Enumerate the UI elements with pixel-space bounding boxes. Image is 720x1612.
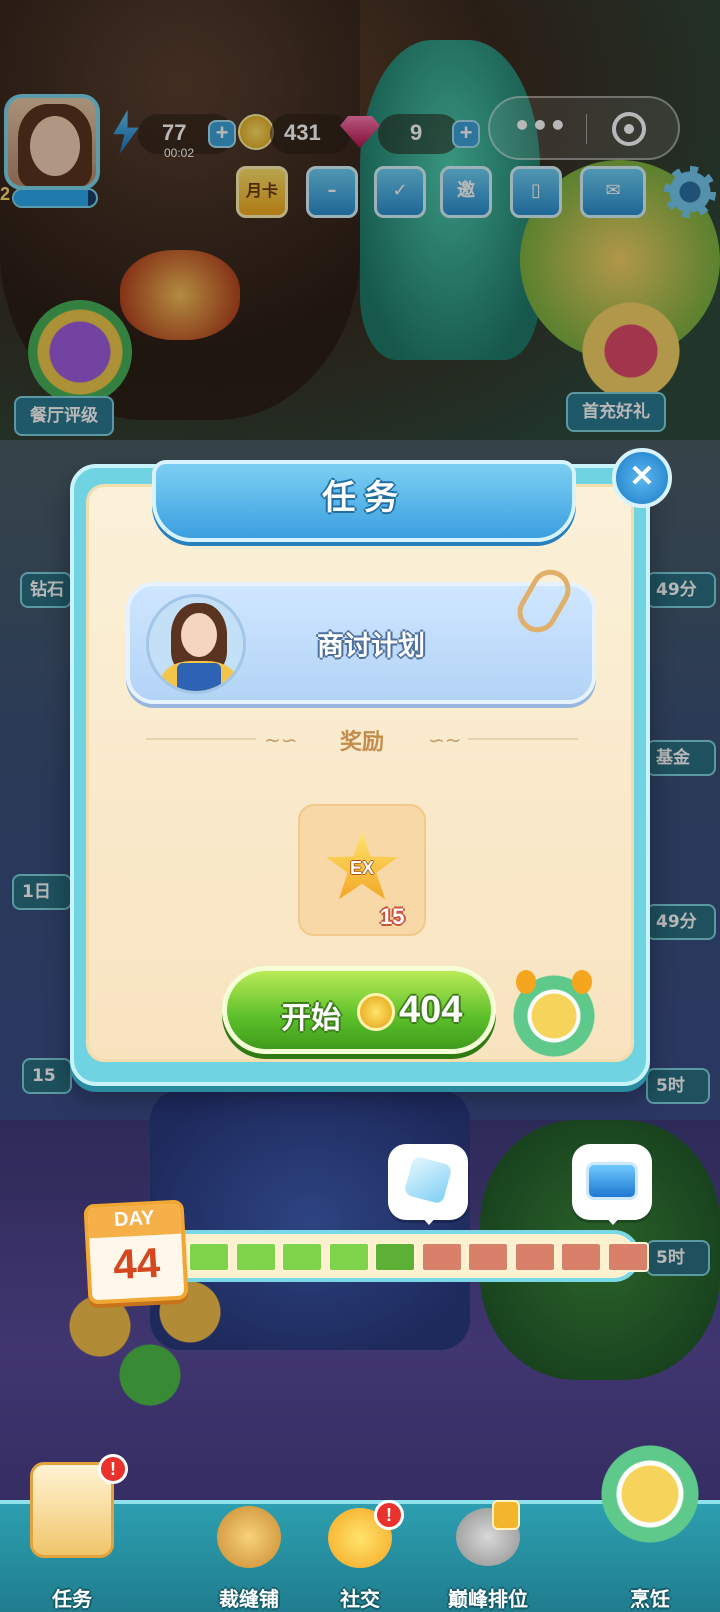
notification-badge: ! [98, 1454, 128, 1484]
task-card: 商讨计划 [126, 562, 596, 704]
ice-reward-bubble[interactable] [388, 1144, 468, 1225]
cooking-pot-icon [512, 970, 596, 1058]
nav-ranking[interactable]: 巅峰排位 [426, 1500, 550, 1612]
task-npc-portrait [146, 594, 246, 694]
treasure-chest-icon [586, 1162, 638, 1200]
progress-segment-pending [513, 1242, 556, 1272]
reward-item-label: EX [349, 858, 374, 878]
progress-segment-pending [467, 1242, 509, 1272]
npc-apron [177, 663, 221, 691]
quest-title-banner: 任务 [152, 460, 576, 542]
cooking-pot-icon [598, 1444, 702, 1544]
reward-item-tile[interactable]: EX 15 [298, 804, 426, 936]
progress-segment-pending [420, 1242, 463, 1272]
reward-header: ~∽ 奖励 ∽~ [146, 724, 578, 755]
progress-segment-complete [327, 1242, 370, 1272]
divider-line [468, 738, 578, 740]
progress-segment-complete [281, 1242, 323, 1272]
nav-label: 烹饪 [630, 1587, 670, 1611]
npc-face [181, 613, 217, 657]
nav-social[interactable]: ! 社交 [306, 1500, 414, 1612]
nav-tasks[interactable]: ! 任务 [14, 1454, 130, 1612]
reward-count: 15 [380, 904, 405, 929]
progress-segment-pending [606, 1242, 649, 1272]
flourish-icon: ∽~ [428, 728, 462, 752]
nav-label: 裁缝铺 [219, 1587, 279, 1611]
start-button[interactable]: 开始 404 [222, 966, 496, 1054]
progress-segment-complete [188, 1242, 230, 1272]
day-counter: DAY 44 [83, 1199, 189, 1305]
coin-icon [357, 993, 395, 1031]
nav-label: 社交 [340, 1587, 380, 1611]
start-label: 开始 [281, 1001, 341, 1036]
progress-segment-complete [374, 1242, 416, 1272]
lock-icon [492, 1500, 520, 1530]
ice-cube-icon [403, 1155, 453, 1205]
progress-segment-complete [234, 1242, 277, 1272]
nav-tailor[interactable]: 裁缝铺 [190, 1504, 308, 1612]
task-name: 商讨计划 [317, 631, 425, 662]
nav-label: 巅峰排位 [448, 1587, 528, 1611]
nav-cooking[interactable]: 烹饪 [580, 1444, 720, 1612]
start-cost: 404 [399, 989, 463, 1031]
quest-title: 任务 [322, 478, 406, 518]
day-label: DAY [113, 1207, 156, 1232]
notification-badge: ! [374, 1500, 404, 1530]
day-number: 44 [112, 1238, 162, 1289]
bottom-nav: ! 任务 裁缝铺 ! 社交 巅峰排位 烹饪 [0, 1444, 720, 1612]
chest-reward-bubble[interactable] [572, 1144, 652, 1225]
progress-segment-pending [560, 1242, 602, 1272]
close-button[interactable]: ✕ [612, 448, 672, 508]
nav-label: 任务 [52, 1587, 92, 1611]
reward-title: 奖励 [339, 730, 384, 755]
day-progress-bar [150, 1230, 649, 1282]
thread-spool-icon [217, 1506, 281, 1568]
